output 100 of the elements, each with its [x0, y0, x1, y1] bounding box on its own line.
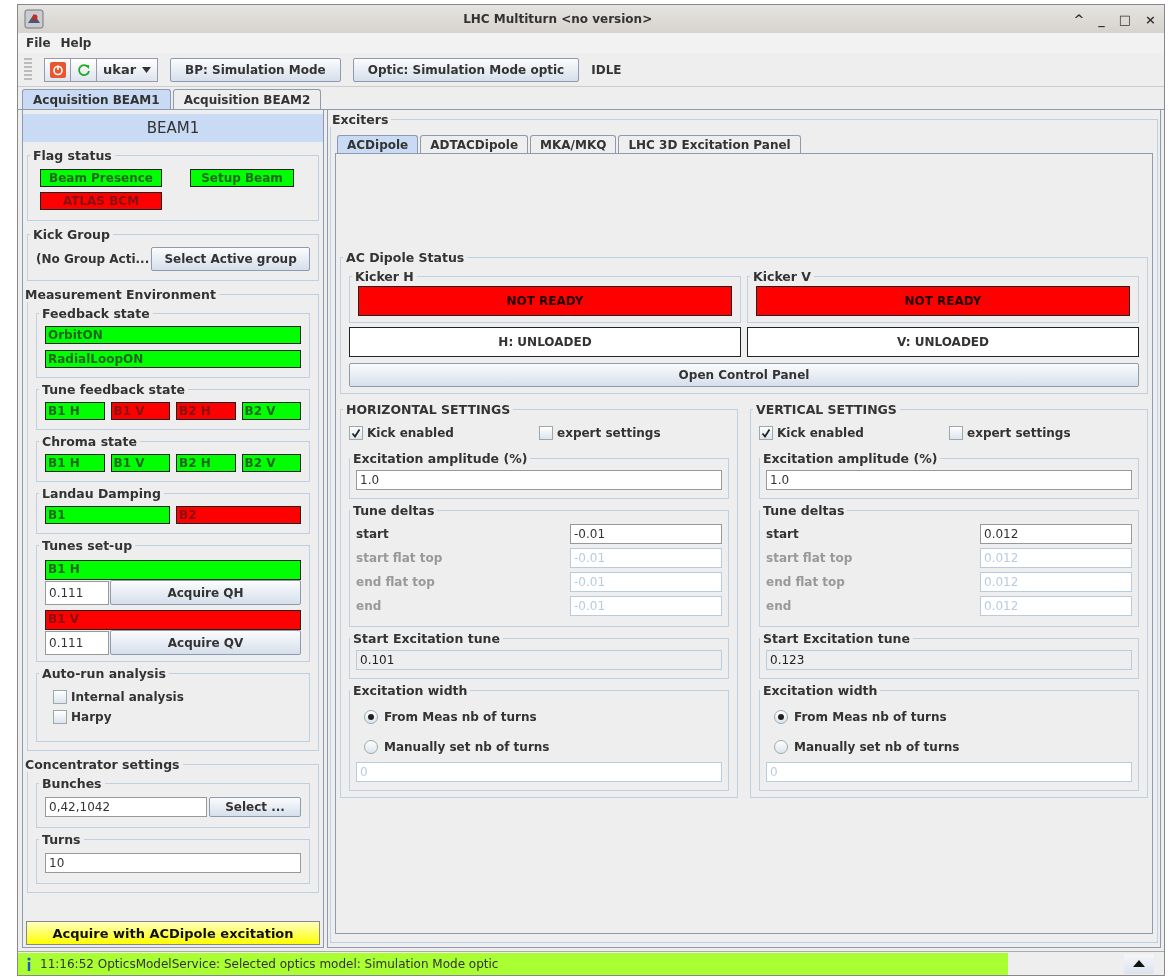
tab[interactable]: ACDipole — [337, 135, 419, 153]
expand-button[interactable] — [1124, 953, 1154, 974]
app-icon — [24, 9, 44, 29]
group-title: Tune deltas — [762, 503, 846, 518]
panel-title: BEAM1 — [23, 114, 323, 142]
radio-button[interactable] — [364, 710, 378, 724]
group-title: Start Excitation tune — [762, 631, 911, 646]
group-title: Chroma state — [41, 434, 138, 449]
tab[interactable]: LHC 3D Excitation Panel — [618, 135, 801, 153]
turns-field[interactable]: 10 — [45, 853, 301, 873]
menu-item[interactable]: File — [26, 36, 51, 50]
tune-field[interactable]: 0.101 — [356, 650, 722, 670]
menu-item[interactable]: Help — [60, 36, 92, 50]
radio-button[interactable] — [774, 710, 788, 724]
checkbox[interactable] — [949, 426, 963, 440]
acquire-tune-button[interactable]: Acquire QH — [110, 580, 301, 605]
user-dropdown[interactable]: ukar — [97, 58, 158, 81]
group-title: HORIZONTAL SETTINGS — [345, 402, 512, 417]
tune-delta-field[interactable]: 0.012 — [980, 524, 1132, 544]
field-label: start flat top — [766, 551, 853, 565]
status-indicator: B2 V — [241, 402, 301, 420]
tune-delta-field[interactable]: -0.01 — [570, 524, 722, 544]
field-label: start — [766, 527, 799, 541]
mode-button[interactable]: Optic: Simulation Mode optic — [352, 57, 580, 82]
radio-label: From Meas nb of turns — [384, 710, 537, 724]
group-title: Flag status — [32, 148, 113, 163]
group-title: Landau Damping — [41, 486, 162, 501]
group-title: Start Excitation tune — [352, 631, 501, 646]
window-control[interactable]: × — [1143, 11, 1158, 27]
checkbox-label: expert settings — [557, 426, 661, 440]
up-arrow-icon — [1133, 960, 1145, 967]
radio-label: Manually set nb of turns — [794, 740, 960, 754]
checkbox-label: Kick enabled — [367, 426, 454, 440]
tab[interactable]: Acquisition BEAM2 — [172, 89, 322, 109]
status-indicator: B2 H — [176, 454, 236, 472]
tune-field[interactable]: 0.123 — [766, 650, 1132, 670]
status-indicator: B1 H — [45, 454, 105, 472]
status-label: IDLE — [591, 62, 622, 77]
window-control[interactable]: □ — [1116, 11, 1134, 27]
refresh-button[interactable] — [71, 58, 97, 81]
status-message: 11:16:52 OpticsModelService: Selected optics model: Simulation Mode optic — [40, 956, 499, 971]
tune-field[interactable]: 0.111 — [45, 580, 109, 605]
window-control[interactable]: _ — [1096, 11, 1107, 27]
radio-button[interactable] — [364, 740, 378, 754]
window-title: LHC Multiturn <no version> — [462, 12, 654, 26]
group-title: VERTICAL SETTINGS — [755, 402, 898, 417]
status-indicator: Setup Beam — [190, 169, 294, 187]
open-control-panel-button[interactable]: Open Control Panel — [349, 363, 1139, 387]
checkbox[interactable] — [759, 426, 773, 440]
group-title: Feedback state — [41, 306, 151, 321]
checkbox[interactable] — [539, 426, 553, 440]
acquire-button[interactable]: Acquire with ACDipole excitation — [26, 921, 320, 945]
group-title: Tunes set-up — [41, 538, 134, 553]
tab[interactable]: MKA/MKQ — [530, 135, 617, 153]
amplitude-field[interactable]: 1.0 — [766, 470, 1132, 490]
checkbox-label: Harpy — [71, 710, 112, 724]
status-indicator: B1 H — [45, 402, 105, 420]
radio-button[interactable] — [774, 740, 788, 754]
group-title: Excitation width — [352, 683, 469, 698]
checkbox-label: expert settings — [967, 426, 1071, 440]
window-control[interactable]: ^ — [1071, 11, 1087, 27]
power-button[interactable] — [45, 58, 71, 81]
group-title: Exciters — [331, 112, 390, 127]
field-label: start flat top — [356, 551, 443, 565]
field-label: end flat top — [766, 575, 845, 589]
amplitude-field[interactable]: 1.0 — [356, 470, 722, 490]
select-bunches-button[interactable]: Select ... — [209, 797, 301, 817]
status-indicator: Beam Presence — [40, 169, 162, 187]
status-indicator: B1 V — [45, 610, 301, 630]
checkbox[interactable] — [349, 426, 363, 440]
tab[interactable]: ADTACDipole — [420, 135, 529, 153]
tab[interactable]: Acquisition BEAM1 — [22, 89, 171, 109]
mode-button[interactable]: BP: Simulation Mode — [170, 57, 341, 82]
bunches-field[interactable]: 0,42,1042 — [45, 797, 207, 817]
checkbox-label: Internal analysis — [71, 690, 184, 704]
group-title: Excitation amplitude (%) — [762, 451, 939, 466]
checkbox[interactable] — [53, 710, 67, 724]
group-title: Bunches — [41, 776, 103, 791]
radio-label: From Meas nb of turns — [794, 710, 947, 724]
load-status: V: UNLOADED — [747, 327, 1139, 357]
field-label: end flat top — [356, 575, 435, 589]
status-indicator: B2 H — [176, 402, 236, 420]
radio-label: Manually set nb of turns — [384, 740, 550, 754]
caret-icon — [142, 66, 152, 73]
power-icon — [49, 61, 66, 78]
status-indicator: RadialLoopON — [45, 350, 301, 368]
status-indicator: OrbitON — [45, 326, 301, 344]
status-indicator: B2 — [176, 506, 301, 524]
info-icon — [26, 956, 32, 971]
group-title: Auto-run analysis — [41, 666, 167, 681]
acquire-tune-button[interactable]: Acquire QV — [110, 630, 301, 655]
checkbox[interactable] — [53, 690, 67, 704]
status-indicator: ATLAS BCM — [40, 192, 162, 210]
group-title: Kick Group — [32, 227, 111, 242]
group-value: (No Group Acti... — [36, 252, 150, 266]
status-indicator: B1 V — [110, 454, 170, 472]
group-title: Tune feedback state — [41, 382, 186, 397]
select-group-button[interactable]: Select Active group — [151, 247, 310, 271]
tune-field[interactable]: 0.111 — [45, 630, 109, 655]
checkbox-label: Kick enabled — [777, 426, 864, 440]
